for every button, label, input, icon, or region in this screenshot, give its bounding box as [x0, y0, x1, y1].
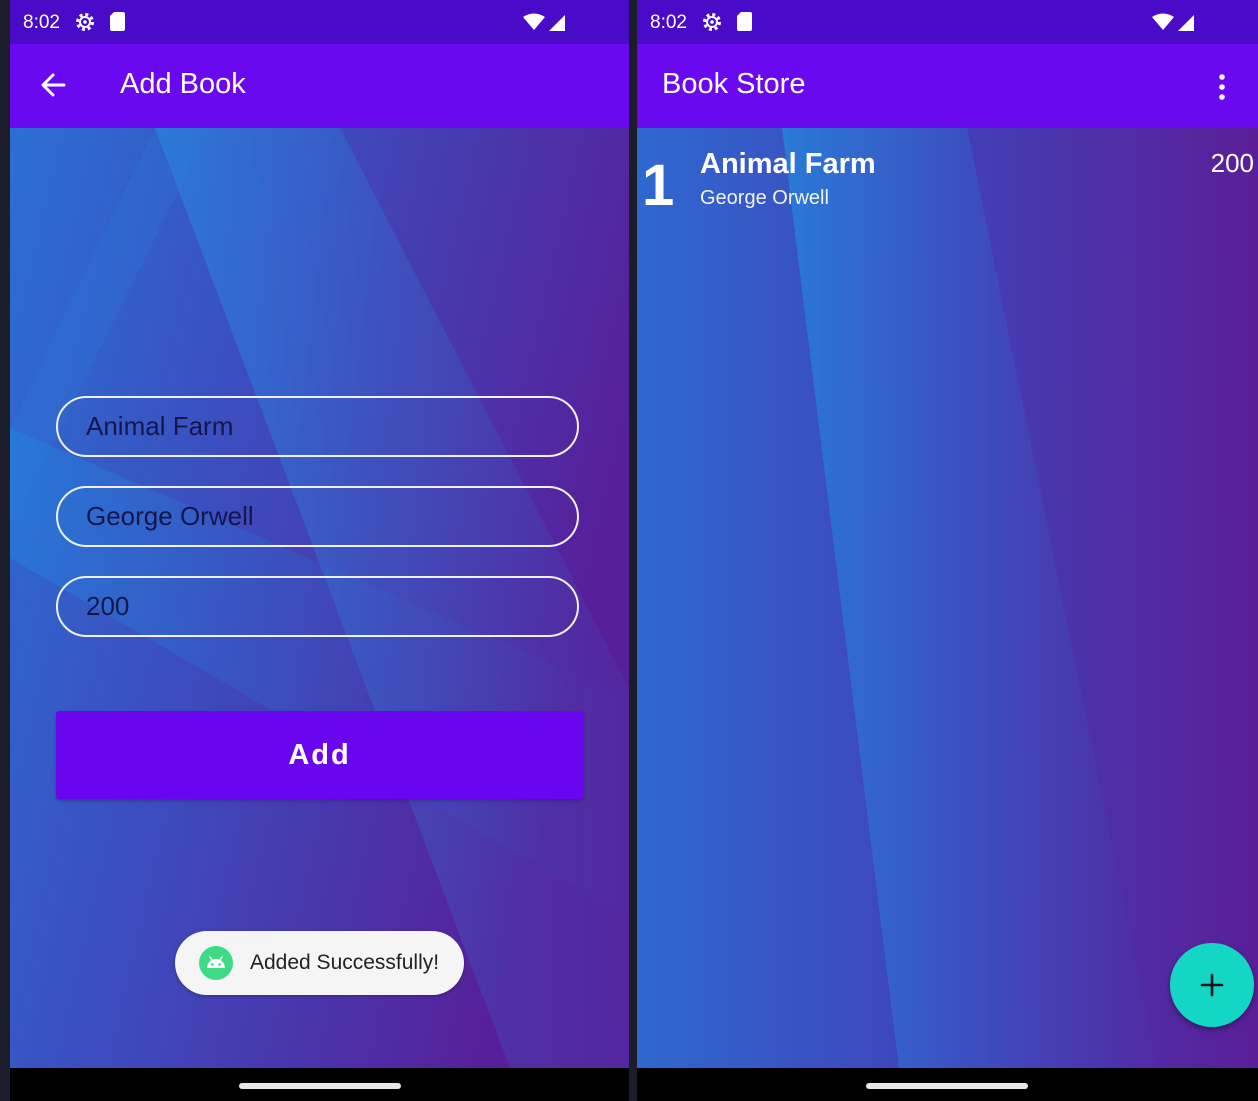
sd-card-icon — [737, 12, 752, 31]
signal-battery-icon — [523, 13, 565, 31]
navigation-bar — [637, 1068, 1258, 1101]
book-price: 200 — [1210, 148, 1254, 178]
settings-gear-icon — [703, 13, 721, 31]
app-bar-title: Add Book — [120, 68, 246, 100]
status-bar: 8:02 — [637, 0, 1258, 44]
toast: Added Successfully! — [175, 931, 464, 995]
signal-battery-icon — [1152, 13, 1194, 31]
author-field[interactable] — [56, 486, 579, 547]
add-book-fab[interactable] — [1170, 943, 1254, 1027]
form-content: Add Added Successfully! — [10, 128, 629, 1068]
navigation-bar — [10, 1068, 629, 1101]
title-field[interactable] — [56, 396, 579, 457]
plus-icon — [1200, 973, 1224, 997]
price-input[interactable] — [86, 578, 556, 635]
settings-gear-icon — [76, 13, 94, 31]
status-time: 8:02 — [23, 12, 60, 33]
arrow-left-icon[interactable] — [40, 72, 66, 98]
book-title: Animal Farm — [700, 148, 876, 180]
toast-message: Added Successfully! — [250, 951, 440, 974]
author-input[interactable] — [86, 488, 556, 545]
android-icon — [199, 946, 233, 980]
book-index: 1 — [642, 153, 675, 218]
home-gesture-handle[interactable] — [866, 1083, 1028, 1089]
background-gradient — [637, 128, 1258, 1068]
app-bar: Book Store — [637, 44, 1258, 128]
price-field[interactable] — [56, 576, 579, 637]
app-bar: Add Book — [10, 44, 629, 128]
status-bar: 8:02 — [10, 0, 629, 44]
sd-card-icon — [110, 12, 125, 31]
status-time: 8:02 — [650, 12, 687, 33]
title-input[interactable] — [86, 398, 556, 455]
book-list: 1 Animal Farm George Orwell 200 — [637, 128, 1258, 1068]
app-bar-title: Book Store — [662, 68, 806, 100]
add-book-screen: 8:02 Add Book Animal Farm George Orwell … — [10, 0, 629, 1101]
home-gesture-handle[interactable] — [239, 1083, 401, 1089]
book-store-screen: 8:02 Book Store 1 Animal Farm George Orw… — [637, 0, 1258, 1101]
book-author: George Orwell — [700, 187, 829, 209]
more-vert-icon[interactable] — [1215, 72, 1229, 102]
add-button[interactable]: Add — [56, 711, 583, 799]
